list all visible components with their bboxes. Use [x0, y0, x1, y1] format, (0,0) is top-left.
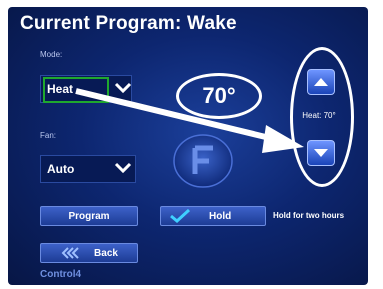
thermostat-screen: Current Program: Wake Mode: Heat Fan: Au…: [8, 7, 368, 285]
annotation-arrow-icon: [75, 88, 304, 153]
